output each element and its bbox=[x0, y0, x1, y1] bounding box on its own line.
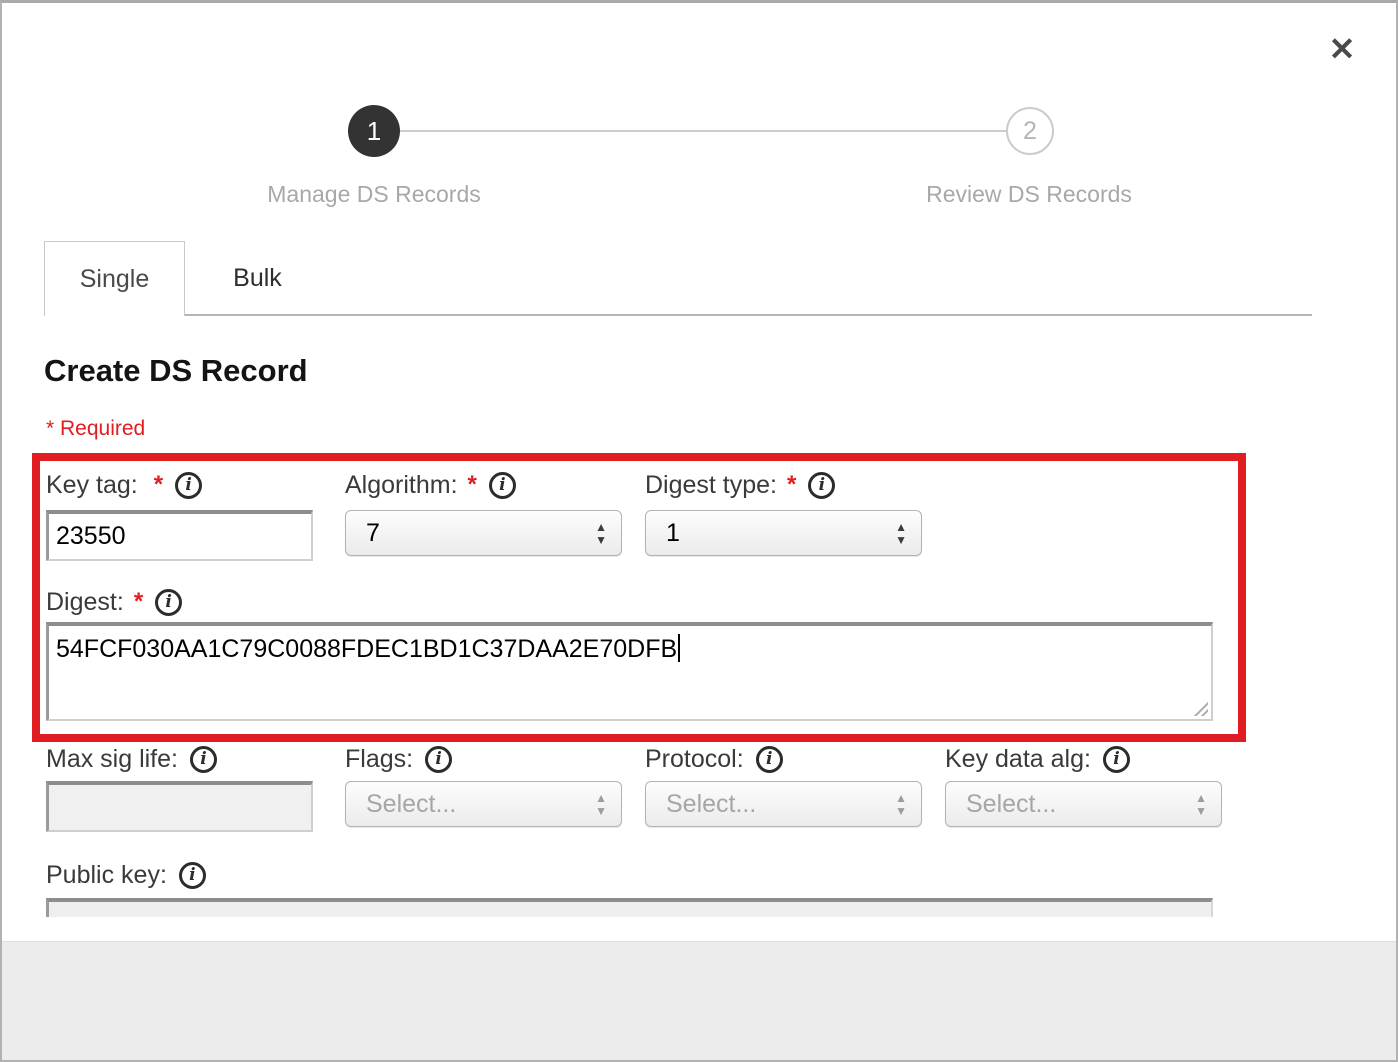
digest-label: Digest: * i bbox=[46, 586, 182, 618]
protocol-placeholder: Select... bbox=[666, 790, 895, 819]
step-2-indicator: 2 bbox=[1006, 107, 1054, 155]
key-tag-input[interactable]: 23550 bbox=[46, 510, 313, 561]
info-icon[interactable]: i bbox=[155, 589, 182, 616]
public-key-textarea[interactable] bbox=[46, 898, 1213, 917]
select-arrows-icon: ▲ ▼ bbox=[895, 522, 907, 545]
key-data-alg-placeholder: Select... bbox=[966, 790, 1195, 819]
algorithm-value: 7 bbox=[366, 519, 595, 548]
key-data-alg-select[interactable]: Select... ▲ ▼ bbox=[945, 781, 1222, 827]
required-asterisk: * bbox=[468, 471, 477, 499]
info-icon[interactable]: i bbox=[179, 862, 206, 889]
info-icon[interactable]: i bbox=[190, 746, 217, 773]
tab-bulk[interactable]: Bulk bbox=[185, 243, 330, 314]
required-asterisk: * bbox=[154, 471, 163, 499]
key-data-alg-label: Key data alg: i bbox=[945, 743, 1130, 775]
public-key-label: Public key: i bbox=[46, 859, 206, 891]
info-icon[interactable]: i bbox=[425, 746, 452, 773]
key-tag-label: Key tag: * i bbox=[46, 469, 202, 501]
text-caret bbox=[678, 634, 680, 662]
tab-single[interactable]: Single bbox=[44, 241, 185, 316]
flags-label: Flags: i bbox=[345, 743, 452, 775]
protocol-label: Protocol: i bbox=[645, 743, 783, 775]
info-icon[interactable]: i bbox=[1103, 746, 1130, 773]
tab-single-label: Single bbox=[80, 265, 150, 294]
close-icon: ✕ bbox=[1329, 33, 1356, 65]
info-icon[interactable]: i bbox=[489, 472, 516, 499]
info-icon[interactable]: i bbox=[756, 746, 783, 773]
required-asterisk: * bbox=[134, 588, 143, 616]
protocol-select[interactable]: Select... ▲ ▼ bbox=[645, 781, 922, 827]
flags-select[interactable]: Select... ▲ ▼ bbox=[345, 781, 622, 827]
step-2-label: Review DS Records bbox=[926, 181, 1132, 208]
algorithm-label: Algorithm: * i bbox=[345, 469, 516, 501]
info-icon[interactable]: i bbox=[175, 472, 202, 499]
modal-footer: Cancel Back Next bbox=[2, 941, 1396, 1060]
digest-type-value: 1 bbox=[666, 519, 895, 548]
algorithm-select[interactable]: 7 ▲ ▼ bbox=[345, 510, 622, 556]
step-1-indicator: 1 bbox=[348, 105, 400, 157]
tab-bar-divider bbox=[185, 314, 1312, 316]
resize-handle-icon[interactable] bbox=[1191, 699, 1208, 716]
stepper-connector-line bbox=[400, 130, 1006, 132]
select-arrows-icon: ▲ ▼ bbox=[1195, 793, 1207, 816]
digest-value: 54FCF030AA1C79C0088FDEC1BD1C37DAA2E70DFB bbox=[56, 635, 677, 663]
page-title: Create DS Record bbox=[44, 353, 308, 389]
key-tag-value: 23550 bbox=[56, 522, 126, 551]
flags-placeholder: Select... bbox=[366, 790, 595, 819]
required-asterisk: * bbox=[787, 471, 796, 499]
step-2-number: 2 bbox=[1023, 117, 1037, 146]
max-sig-life-input[interactable] bbox=[46, 781, 313, 832]
close-button[interactable]: ✕ bbox=[1320, 27, 1364, 71]
digest-type-select[interactable]: 1 ▲ ▼ bbox=[645, 510, 922, 556]
info-icon[interactable]: i bbox=[808, 472, 835, 499]
max-sig-life-label: Max sig life: i bbox=[46, 743, 217, 775]
digest-textarea[interactable]: 54FCF030AA1C79C0088FDEC1BD1C37DAA2E70DFB bbox=[46, 622, 1213, 721]
tab-bulk-label: Bulk bbox=[233, 264, 282, 293]
create-ds-record-modal: ✕ 1 2 Manage DS Records Review DS Record… bbox=[0, 0, 1398, 1062]
required-note: * Required bbox=[46, 417, 145, 441]
step-1-label: Manage DS Records bbox=[267, 181, 481, 208]
select-arrows-icon: ▲ ▼ bbox=[595, 522, 607, 545]
digest-type-label: Digest type: * i bbox=[645, 469, 835, 501]
select-arrows-icon: ▲ ▼ bbox=[895, 793, 907, 816]
select-arrows-icon: ▲ ▼ bbox=[595, 793, 607, 816]
step-1-number: 1 bbox=[367, 116, 381, 147]
